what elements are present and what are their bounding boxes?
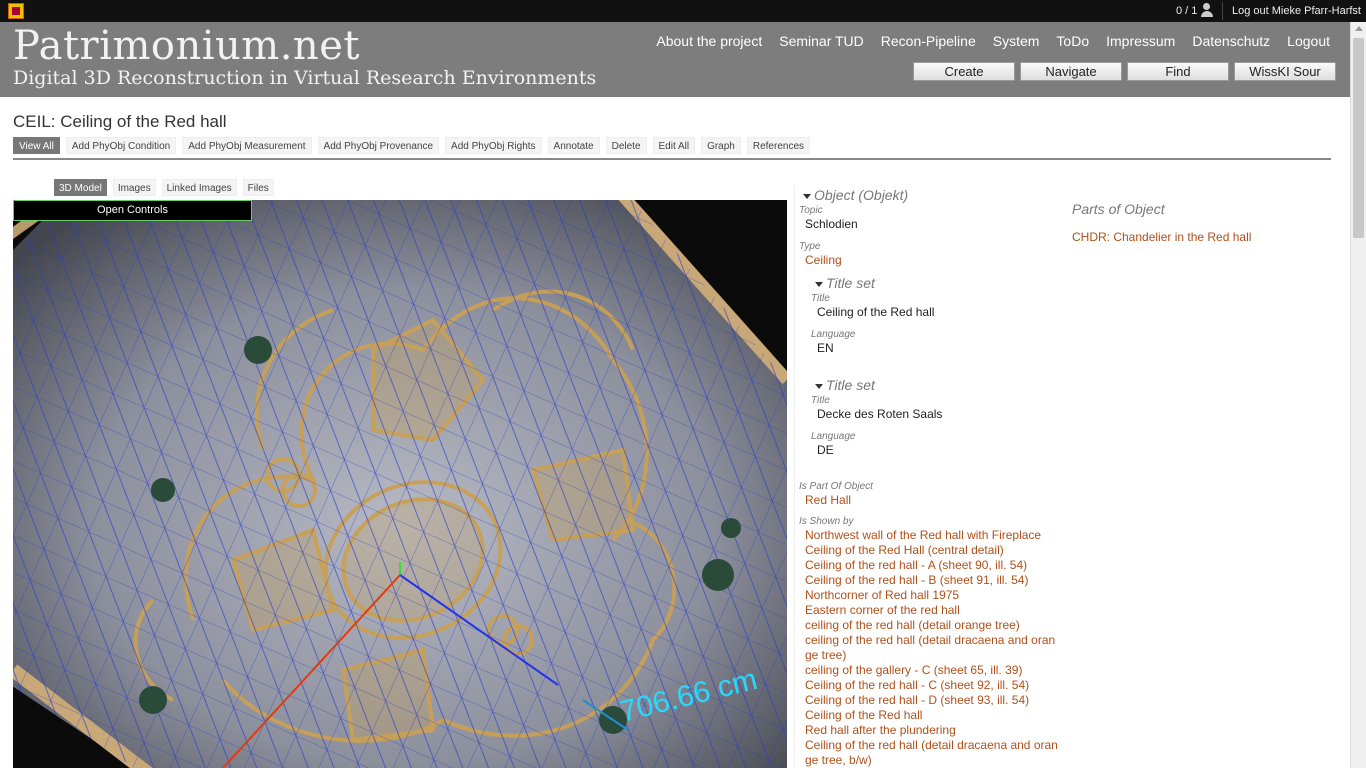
online-users-count: 0 / 1 [1176,5,1198,17]
nav-seminar[interactable]: Seminar TUD [779,33,864,49]
3d-model-viewer[interactable]: Open Controls 706.66 cm [13,200,787,768]
nav-recon-pipeline[interactable]: Recon-Pipeline [881,33,976,49]
language-value-en: EN [817,341,834,355]
media-tabs: 3D Model Images Linked Images Files [54,179,280,196]
3d-scene[interactable]: 706.66 cm [13,200,787,768]
header-buttons: Create Navigate Find WissKI Sour [913,62,1341,81]
app-logo-icon[interactable] [8,3,24,19]
shown-by-link[interactable]: Ceiling of the red hall (detail dracaena… [805,738,1060,768]
nav-datenschutz[interactable]: Datenschutz [1192,33,1270,49]
shown-by-link[interactable]: Red hall after the plundering [805,723,1060,738]
shown-by-link[interactable]: Ceiling of the red hall - A (sheet 90, i… [805,558,1060,573]
part-link[interactable]: CHDR: Chandelier in the Red hall [1072,230,1251,244]
open-controls-button[interactable]: Open Controls [13,200,252,221]
object-section-header[interactable]: Object (Objekt) [803,187,908,203]
shown-by-list: Northwest wall of the Red hall with Fire… [805,528,1060,768]
title-value-de: Decke des Roten Saals [817,407,943,421]
tab-divider [13,158,1331,160]
find-button[interactable]: Find [1127,62,1229,81]
part-of-label: Is Part Of Object [799,481,873,492]
tab-graph[interactable]: Graph [701,137,741,154]
navigate-button[interactable]: Navigate [1020,62,1122,81]
tab-3d-model[interactable]: 3D Model [54,179,107,196]
tab-add-measurement[interactable]: Add PhyObj Measurement [182,137,312,154]
logout-link[interactable]: Log out Mieke Pfarr-Harfst [1232,5,1361,17]
part-of-link[interactable]: Red Hall [805,493,851,507]
tab-delete[interactable]: Delete [605,137,647,154]
nav-system[interactable]: System [993,33,1040,49]
nav-about[interactable]: About the project [656,33,762,49]
language-label: Language [811,329,856,340]
tab-edit-all[interactable]: Edit All [652,137,696,154]
language-label: Language [811,431,856,442]
tab-add-rights[interactable]: Add PhyObj Rights [445,137,542,154]
parts-of-object-heading: Parts of Object [1072,201,1165,217]
shown-by-link[interactable]: Eastern corner of the red hall [805,603,1060,618]
page-scrollbar[interactable] [1350,22,1366,768]
users-icon [1200,3,1214,17]
tab-linked-images[interactable]: Linked Images [161,179,237,196]
scroll-up-icon[interactable] [1355,26,1363,31]
page-title: CEIL: Ceiling of the Red hall [13,112,227,131]
title-set-header[interactable]: Title set [815,377,875,393]
site-header: Patrimonium.net Digital 3D Reconstructio… [0,22,1350,97]
shown-by-link[interactable]: ceiling of the red hall (detail dracaena… [805,633,1060,663]
type-label: Type [799,241,821,252]
object-fields: Object (Objekt) Topic Schlodien Type Cei… [794,186,1060,768]
shown-by-link[interactable]: Ceiling of the Red hall [805,708,1060,723]
shown-by-link[interactable]: Northwest wall of the Red hall with Fire… [805,528,1060,543]
tab-references[interactable]: References [746,137,811,154]
shown-by-link[interactable]: Ceiling of the Red Hall (central detail) [805,543,1060,558]
topic-label: Topic [799,205,823,216]
nav-todo[interactable]: ToDo [1056,33,1089,49]
shown-by-link[interactable]: ceiling of the gallery - C (sheet 65, il… [805,663,1060,678]
nav-impressum[interactable]: Impressum [1106,33,1175,49]
site-title[interactable]: Patrimonium.net [13,23,360,69]
tab-images[interactable]: Images [112,179,156,196]
nav-logout[interactable]: Logout [1287,33,1330,49]
collapse-icon[interactable] [803,193,811,199]
main-nav: About the project Seminar TUD Recon-Pipe… [639,33,1330,49]
shown-by-label: Is Shown by [799,516,854,527]
topic-value: Schlodien [805,217,858,231]
tab-files[interactable]: Files [242,179,274,196]
wisski-source-button[interactable]: WissKI Sour [1234,62,1336,81]
collapse-icon[interactable] [815,281,823,287]
tab-view-all[interactable]: View All [13,137,60,154]
title-set-header[interactable]: Title set [815,275,875,291]
tab-add-condition[interactable]: Add PhyObj Condition [65,137,177,154]
tab-annotate[interactable]: Annotate [547,137,600,154]
scrollbar-thumb[interactable] [1353,38,1364,238]
divider [1222,2,1223,20]
collapse-icon[interactable] [815,383,823,389]
language-value-de: DE [817,443,834,457]
tab-add-provenance[interactable]: Add PhyObj Provenance [317,137,440,154]
action-tabs: View All Add PhyObj Condition Add PhyObj… [13,137,816,154]
shown-by-link[interactable]: Ceiling of the red hall - D (sheet 93, i… [805,693,1060,708]
site-subtitle: Digital 3D Reconstruction in Virtual Res… [13,67,597,89]
create-button[interactable]: Create [913,62,1015,81]
shown-by-link[interactable]: Ceiling of the red hall - B (sheet 91, i… [805,573,1060,588]
title-label: Title [811,293,830,304]
type-link[interactable]: Ceiling [805,253,842,267]
shown-by-link[interactable]: Ceiling of the red hall - C (sheet 92, i… [805,678,1060,693]
shown-by-link[interactable]: ceiling of the red hall (detail orange t… [805,618,1060,633]
shown-by-link[interactable]: Northcorner of Red hall 1975 [805,588,1060,603]
top-bar: 0 / 1 Log out Mieke Pfarr-Harfst [0,0,1366,22]
title-label: Title [811,395,830,406]
title-value-en: Ceiling of the Red hall [817,305,935,319]
